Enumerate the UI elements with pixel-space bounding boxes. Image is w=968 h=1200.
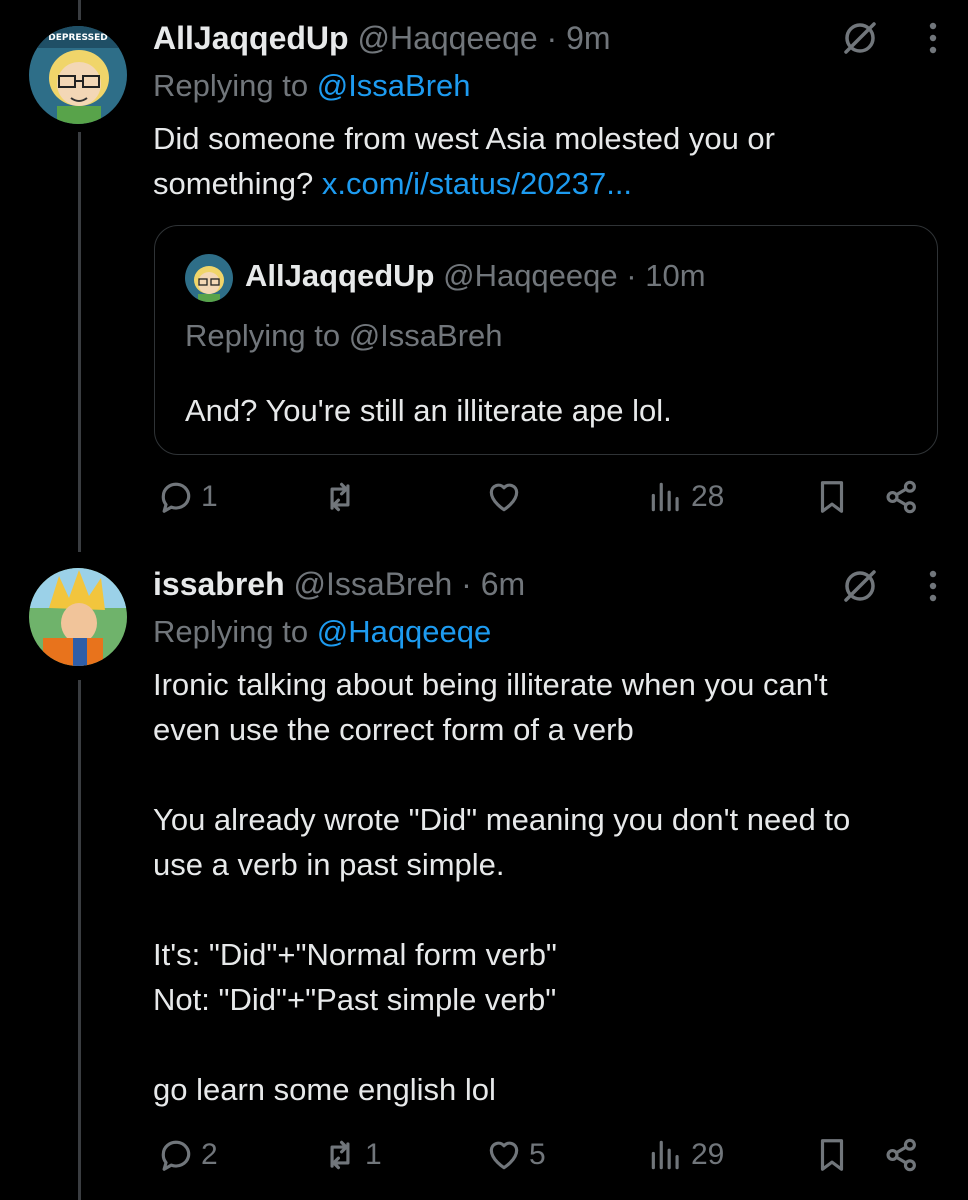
replying-to: Replying to @Haqqeeqe [153, 612, 938, 652]
tweet-2[interactable]: issabreh @IssaBreh · 6m Replying to @Haq… [0, 560, 968, 1200]
views-icon [651, 482, 679, 512]
views-count: 29 [691, 1138, 725, 1171]
retweet-button[interactable] [321, 478, 365, 516]
separator-dot: · [461, 566, 472, 602]
author-name[interactable]: issabreh [153, 566, 285, 602]
share-button[interactable] [883, 478, 921, 516]
quote-replying-to: Replying to @IssaBreh [185, 318, 503, 353]
grok-icon[interactable] [840, 18, 880, 63]
author-handle[interactable]: @IssaBreh [294, 566, 453, 602]
bookmark-button[interactable] [813, 478, 851, 516]
share-icon [886, 1138, 916, 1172]
more-icon[interactable] [928, 568, 938, 609]
replying-to: Replying to @IssaBreh [153, 66, 938, 106]
reply-icon [161, 1140, 191, 1171]
share-button[interactable] [883, 1136, 921, 1174]
reply-count: 1 [201, 480, 218, 513]
bookmark-button[interactable] [813, 1136, 851, 1174]
like-count: 5 [529, 1138, 546, 1171]
views-button[interactable]: 28 [647, 478, 724, 516]
more-icon[interactable] [928, 20, 938, 61]
separator-dot: · [546, 20, 558, 56]
quote-timestamp: 10m [645, 258, 706, 293]
replying-prefix: Replying to [153, 68, 317, 103]
retweet-icon [330, 482, 350, 512]
like-icon [489, 1141, 519, 1170]
timestamp[interactable]: 9m [566, 20, 610, 56]
retweet-count: 1 [365, 1138, 382, 1171]
avatar[interactable] [29, 568, 127, 666]
reply-button[interactable]: 2 [157, 1136, 218, 1174]
quote-avatar[interactable] [185, 254, 233, 302]
status-link[interactable]: x.com/i/status/20237... [322, 166, 632, 201]
views-count: 28 [691, 480, 725, 513]
quote-author-name[interactable]: AllJaqqedUp [245, 258, 434, 293]
replying-prefix: Replying to [153, 614, 317, 649]
action-bar: 2 1 5 29 [153, 1136, 938, 1180]
timestamp[interactable]: 6m [481, 566, 525, 602]
like-button[interactable]: 5 [485, 1136, 546, 1174]
replying-to-link[interactable]: @Haqqeeqe [317, 614, 492, 649]
author-handle[interactable]: @Haqqeeqe [357, 20, 537, 56]
reply-button[interactable]: 1 [157, 478, 218, 516]
like-button[interactable] [485, 478, 529, 516]
author-name[interactable]: AllJaqqedUp [153, 20, 349, 56]
views-button[interactable]: 29 [647, 1136, 724, 1174]
views-icon [651, 1140, 679, 1170]
retweet-icon [330, 1140, 350, 1170]
grok-icon[interactable] [840, 566, 880, 611]
quote-separator-dot: · [626, 258, 637, 293]
action-bar: 1 28 [153, 478, 938, 522]
reply-count: 2 [201, 1138, 218, 1171]
svg-text:DEPRESSED: DEPRESSED [48, 33, 107, 43]
tweet-text: Did someone from west Asia molested you … [153, 116, 938, 206]
avatar[interactable]: DEPRESSED [29, 26, 127, 124]
reply-icon [161, 482, 191, 513]
bookmark-icon [820, 1139, 844, 1171]
retweet-button[interactable]: 1 [321, 1136, 382, 1174]
quote-tweet[interactable]: AllJaqqedUp @Haqqeeqe · 10m Replying to … [154, 225, 938, 455]
like-icon [489, 483, 519, 512]
tweet-text: Ironic talking about being illiterate wh… [153, 667, 851, 1107]
tweet-1[interactable]: DEPRESSED AllJaqqedUp @Haqqeeqe · 9m Rep… [0, 0, 968, 540]
quote-author-handle[interactable]: @Haqqeeqe [443, 258, 618, 293]
quote-text: And? You're still an illiterate ape lol. [185, 393, 672, 428]
share-icon [886, 480, 916, 514]
bookmark-icon [820, 481, 844, 513]
replying-to-link[interactable]: @IssaBreh [317, 68, 471, 103]
